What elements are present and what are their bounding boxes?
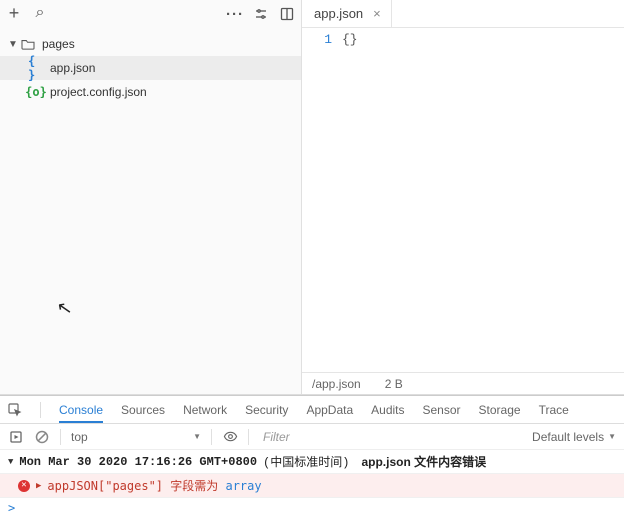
- clear-console-icon[interactable]: [34, 429, 50, 445]
- code-editor: app.json × 1 {} /app.json 2 B: [302, 0, 624, 394]
- code-line: {}: [342, 32, 358, 372]
- chevron-down-icon: ▼: [608, 432, 616, 441]
- json-file-icon: { }: [28, 60, 44, 76]
- tab-storage[interactable]: Storage: [479, 397, 521, 423]
- console-prompt[interactable]: >: [0, 498, 624, 518]
- log-source: app.json 文件内容错误: [355, 453, 486, 470]
- log-levels-selector[interactable]: Default levels ▼: [532, 430, 616, 444]
- file-explorer: ▼ pages { } app.json {o} project.config.…: [0, 0, 302, 394]
- file-project-config-json[interactable]: {o} project.config.json: [0, 80, 301, 104]
- tab-appdata[interactable]: AppData: [306, 397, 353, 423]
- folder-label: pages: [42, 37, 75, 51]
- code-content: {}: [342, 32, 358, 47]
- file-tree: ▼ pages { } app.json {o} project.config.…: [0, 28, 301, 394]
- chevron-down-icon: ▼: [8, 457, 13, 467]
- tab-audits[interactable]: Audits: [371, 397, 404, 423]
- explorer-toolbar: [0, 0, 301, 28]
- execution-context-icon[interactable]: [8, 429, 24, 445]
- log-timestamp: Mon Mar 30 2020 17:16:26 GMT+0800: [19, 455, 257, 469]
- more-options-icon[interactable]: [227, 6, 243, 22]
- file-size: 2 B: [385, 377, 403, 391]
- tab-console[interactable]: Console: [59, 397, 103, 423]
- console-toolbar: top ▼ Default levels ▼: [0, 424, 624, 450]
- tab-network[interactable]: Network: [183, 397, 227, 423]
- line-number: 1: [302, 32, 332, 47]
- file-label: app.json: [50, 61, 95, 75]
- close-tab-icon[interactable]: ×: [373, 6, 381, 21]
- levels-label: Default levels: [532, 430, 604, 444]
- file-app-json[interactable]: { } app.json: [0, 56, 301, 80]
- tab-sensor[interactable]: Sensor: [423, 397, 461, 423]
- chevron-down-icon: ▼: [8, 39, 18, 50]
- log-timezone: (中国标准时间): [263, 453, 349, 470]
- editor-tab-label: app.json: [314, 6, 363, 21]
- tab-sources[interactable]: Sources: [121, 397, 165, 423]
- error-icon: ✕: [18, 480, 30, 492]
- devtools-panel: Console Sources Network Security AppData…: [0, 395, 624, 518]
- file-path: /app.json: [312, 377, 361, 391]
- editor-status-bar: /app.json 2 B: [302, 372, 624, 394]
- log-group-header[interactable]: ▼ Mon Mar 30 2020 17:16:26 GMT+0800 (中国标…: [0, 450, 624, 474]
- json-config-file-icon: {o}: [28, 84, 44, 100]
- editor-tabs: app.json ×: [302, 0, 624, 28]
- line-gutter: 1: [302, 32, 342, 372]
- folder-icon: [20, 36, 36, 52]
- new-file-icon[interactable]: [6, 6, 22, 22]
- chevron-down-icon: ▼: [193, 432, 201, 441]
- settings-sliders-icon[interactable]: [253, 6, 269, 22]
- editor-tab-app-json[interactable]: app.json ×: [302, 0, 392, 27]
- chevron-right-icon: ▶: [36, 481, 41, 491]
- context-label: top: [71, 430, 88, 444]
- error-message: appJSON["pages"] 字段需为 array: [47, 477, 261, 494]
- tab-trace[interactable]: Trace: [539, 397, 569, 423]
- context-selector[interactable]: top ▼: [71, 430, 201, 444]
- folder-pages[interactable]: ▼ pages: [0, 32, 301, 56]
- console-output: ▼ Mon Mar 30 2020 17:16:26 GMT+0800 (中国标…: [0, 450, 624, 518]
- layout-columns-icon[interactable]: [279, 6, 295, 22]
- file-label: project.config.json: [50, 85, 147, 99]
- prompt-caret-icon: >: [8, 501, 15, 515]
- inspect-element-icon[interactable]: [8, 403, 22, 417]
- error-type: array: [225, 479, 261, 493]
- live-expression-icon[interactable]: [222, 429, 238, 445]
- log-error-row[interactable]: ✕ ▶ appJSON["pages"] 字段需为 array: [0, 474, 624, 498]
- console-filter-input[interactable]: [259, 428, 522, 446]
- editor-body[interactable]: 1 {}: [302, 28, 624, 372]
- tab-security[interactable]: Security: [245, 397, 288, 423]
- search-icon[interactable]: [32, 6, 48, 22]
- devtools-tabs: Console Sources Network Security AppData…: [0, 396, 624, 424]
- error-prefix: appJSON["pages"] 字段需为: [47, 479, 225, 493]
